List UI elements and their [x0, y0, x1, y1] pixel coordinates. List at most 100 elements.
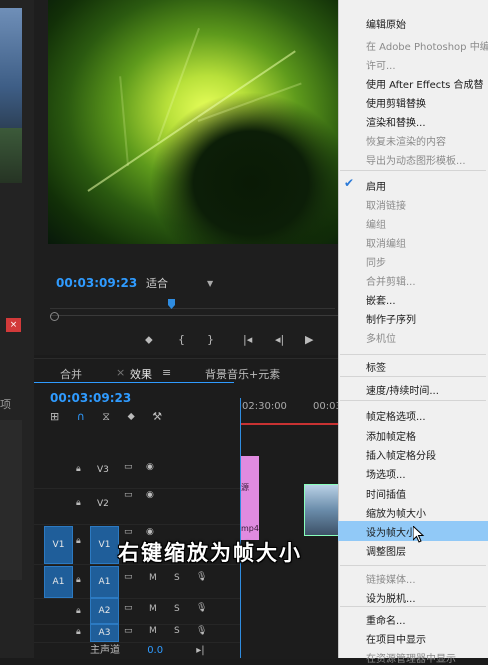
master-label: 主声道	[90, 645, 120, 656]
mic-icon[interactable]: 🎙︎	[196, 626, 207, 636]
menu-item: 链接媒体...	[366, 575, 416, 586]
wrench-icon[interactable]: ⚒	[152, 410, 162, 423]
menu-item[interactable]: 帧定格选项...	[366, 408, 426, 423]
video-clip-thumbnail[interactable]	[304, 484, 340, 536]
menu-item[interactable]: 编辑原始	[366, 16, 406, 31]
menu-icon[interactable]: ≡	[162, 366, 171, 379]
solo-button[interactable]: S	[174, 604, 180, 614]
menu-item[interactable]: 使用剪辑替换	[366, 95, 426, 110]
sync-lock-icon[interactable]: ▭	[124, 462, 133, 472]
master-volume[interactable]: 0.0	[147, 645, 163, 656]
menu-item[interactable]: 渲染和替换...	[366, 114, 426, 129]
scrub-bar[interactable]	[50, 315, 340, 316]
close-icon[interactable]: ×	[6, 318, 21, 332]
lock-icon[interactable]: 🔒︎	[76, 464, 81, 474]
ruler-time-1: 02:30:00	[242, 401, 287, 412]
video-preview	[48, 0, 338, 244]
menu-item[interactable]: 启用	[366, 178, 386, 193]
program-timecode[interactable]: 00:03:09:23	[56, 276, 137, 290]
menu-item[interactable]: 添加帧定格	[366, 428, 416, 443]
track-target-a2[interactable]: A2	[90, 598, 119, 624]
snap-icon[interactable]: ∩	[77, 410, 85, 423]
menu-item[interactable]: 标签	[366, 359, 386, 374]
goto-end-icon[interactable]: ▸|	[196, 645, 204, 656]
solo-button[interactable]: S	[174, 573, 180, 583]
menu-separator	[340, 565, 486, 566]
track-v3[interactable]: 🔒︎ V3 ▭ ◉	[34, 456, 240, 489]
source-patch-v1[interactable]: V1	[44, 526, 73, 564]
menu-item: 在 Adobe Photoshop 中编	[366, 42, 488, 53]
menu-item[interactable]: 插入帧定格分段	[366, 447, 436, 462]
menu-item[interactable]: 在项目中显示	[366, 631, 426, 646]
timeline-tools: ⊞ ∩ ⧖ ⬥ ⚒	[50, 410, 162, 424]
mute-button[interactable]: M	[149, 604, 157, 614]
sync-lock-icon[interactable]: ▭	[124, 527, 133, 537]
track-target-a1[interactable]: A1	[90, 566, 119, 598]
tab-merge[interactable]: 合并	[60, 366, 82, 382]
source-patch-a1[interactable]: A1	[44, 566, 73, 598]
menu-item[interactable]: 调整图层	[366, 543, 406, 558]
track-target-v1[interactable]: V1	[90, 526, 119, 564]
mark-in-icon[interactable]: {	[178, 333, 185, 346]
mark-out-icon[interactable]: }	[207, 333, 214, 346]
play-icon[interactable]: ▶	[305, 333, 313, 346]
lock-icon[interactable]: 🔒︎	[76, 575, 81, 585]
sync-lock-icon[interactable]: ▭	[124, 572, 133, 582]
track-label: V2	[97, 499, 109, 509]
step-back-icon[interactable]: ◂|	[275, 333, 284, 346]
mute-button[interactable]: M	[149, 626, 157, 636]
eye-icon[interactable]: ◉	[146, 527, 154, 537]
menu-separator	[340, 606, 486, 607]
add-marker-icon[interactable]: ⬥	[145, 333, 153, 347]
menu-item: 许可...	[366, 61, 396, 72]
sync-lock-icon[interactable]: ▭	[124, 490, 133, 500]
menu-item[interactable]: 设为帧大小	[366, 524, 416, 539]
render-bar	[240, 423, 338, 425]
timeline-playhead[interactable]	[240, 398, 241, 658]
timeline-timecode[interactable]: 00:03:09:23	[50, 391, 131, 405]
marker-icon[interactable]: ⬥	[127, 410, 134, 423]
track-a1[interactable]: A1 🔒︎ A1 ▭ M S 🎙︎	[34, 566, 240, 599]
menu-item: 合并剪辑...	[366, 277, 416, 288]
go-to-in-icon[interactable]: |◂	[243, 333, 252, 346]
menu-item[interactable]: 速度/持续时间...	[366, 382, 439, 397]
menu-item: 恢复未渲染的内容	[366, 137, 446, 148]
solo-button[interactable]: S	[174, 626, 180, 636]
lock-icon[interactable]: 🔒︎	[76, 627, 81, 637]
linked-icon[interactable]: ⧖	[102, 410, 110, 423]
lock-icon[interactable]: 🔒︎	[76, 498, 81, 508]
mic-icon[interactable]: 🎙︎	[196, 572, 207, 582]
eye-icon[interactable]: ◉	[146, 490, 154, 500]
menu-item[interactable]: 时间插值	[366, 486, 406, 501]
menu-separator	[340, 354, 486, 355]
mute-button[interactable]: M	[149, 573, 157, 583]
chevron-down-icon[interactable]: ▼	[207, 279, 213, 288]
track-target-a3[interactable]: A3	[90, 624, 119, 642]
mic-icon[interactable]: 🎙︎	[196, 603, 207, 613]
close-icon[interactable]: ×	[116, 366, 125, 379]
track-a2[interactable]: 🔒︎ A2 ▭ M S 🎙︎	[34, 598, 240, 625]
menu-item[interactable]: 缩放为帧大小	[366, 505, 426, 520]
menu-item[interactable]: 重命名...	[366, 612, 406, 627]
sync-lock-icon[interactable]: ▭	[124, 626, 133, 636]
tab-background-music[interactable]: 背景音乐+元素	[205, 366, 280, 382]
lock-icon[interactable]: 🔒︎	[76, 606, 81, 616]
eye-icon[interactable]: ◉	[146, 462, 154, 472]
video-clip[interactable]: 源 mp4	[241, 456, 259, 540]
master-track[interactable]: 主声道 0.0 ▸|	[34, 641, 205, 656]
nest-icon[interactable]: ⊞	[50, 410, 59, 423]
clip-label: mp4	[241, 524, 259, 533]
project-list[interactable]	[0, 420, 22, 580]
monitor-ruler[interactable]	[50, 300, 335, 309]
sync-lock-icon[interactable]: ▭	[124, 603, 133, 613]
source-thumbnail[interactable]	[0, 8, 22, 183]
menu-item[interactable]: 场选项...	[366, 466, 406, 481]
lock-icon[interactable]: 🔒︎	[76, 536, 81, 546]
menu-item[interactable]: 使用 After Effects 合成替	[366, 76, 484, 91]
track-v2[interactable]: 🔒︎ V2 ▭ ◉	[34, 488, 240, 525]
tab-effects[interactable]: 效果	[130, 366, 152, 382]
scrub-start-icon[interactable]	[50, 312, 59, 321]
menu-item[interactable]: 嵌套...	[366, 292, 396, 307]
menu-item[interactable]: 制作子序列	[366, 311, 416, 326]
menu-item[interactable]: 设为脱机...	[366, 590, 416, 605]
